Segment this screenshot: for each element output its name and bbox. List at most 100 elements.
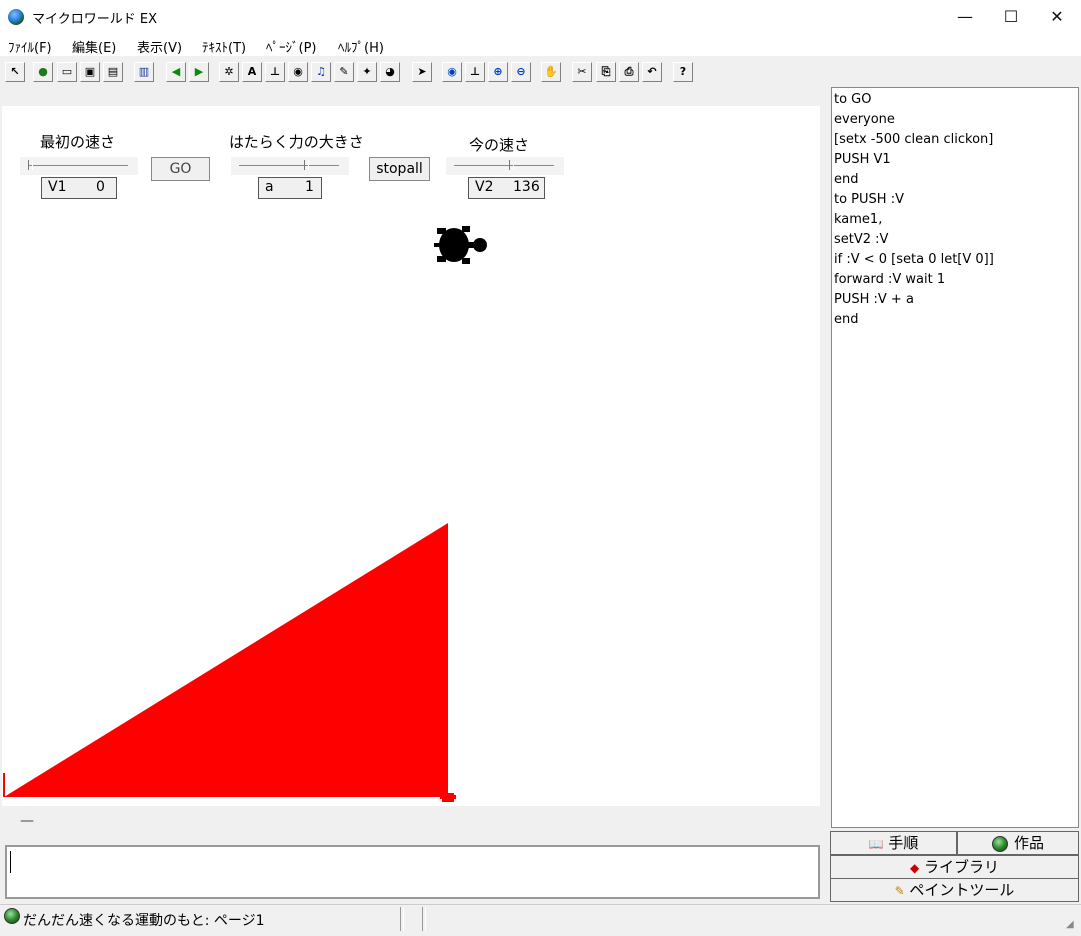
scissors-button[interactable]: ✂ <box>572 62 592 82</box>
slider-initial-speed[interactable] <box>20 157 138 175</box>
turtle-hatch-button[interactable]: ✲ <box>219 62 239 82</box>
print-icon: ▤ <box>107 65 119 78</box>
menu-view[interactable]: 表示(V) <box>137 37 182 56</box>
globe-button[interactable]: ● <box>33 62 53 82</box>
stamp-button[interactable]: ⊥ <box>465 62 485 82</box>
hatch-turtle-marker <box>440 793 456 802</box>
maximize-button[interactable]: ☐ <box>988 0 1034 34</box>
command-center-input[interactable] <box>5 845 820 899</box>
paste-button[interactable]: ⎙ <box>619 62 639 82</box>
paste-icon: ⎙ <box>624 65 634 78</box>
text-cursor <box>10 851 11 873</box>
var-value: 0 <box>96 179 105 195</box>
turtle-icon[interactable] <box>432 222 492 270</box>
speed-graph-area <box>4 523 448 797</box>
turtle-hatch-icon: ✲ <box>224 65 234 78</box>
shape-button[interactable]: ✦ <box>357 62 377 82</box>
go-button[interactable]: GO <box>151 157 210 181</box>
turtle-icon: ◕ <box>385 65 395 78</box>
app-globe-icon <box>8 9 24 25</box>
book-icon: 📖 <box>868 837 884 851</box>
slider-current-speed-label: 今の速さ <box>469 136 530 154</box>
tab-paint-tools-label: ペイントツール <box>909 881 1015 899</box>
tab-paint-tools[interactable]: ✎ ペイントツール <box>830 878 1079 902</box>
slider-force[interactable] <box>231 157 349 175</box>
back-arrow-button[interactable]: ◀ <box>166 62 186 82</box>
collapse-handle[interactable]: — <box>20 813 34 829</box>
brush-icon: ✎ <box>894 884 905 898</box>
open-folder-button[interactable]: ▭ <box>57 62 77 82</box>
save-disk-button[interactable]: ▣ <box>80 62 100 82</box>
pointer-arrow-icon: ↖ <box>10 65 20 78</box>
eye-tool-button[interactable]: ◉ <box>288 62 308 82</box>
shape-icon: ✦ <box>362 65 372 78</box>
tab-project[interactable]: 作品 <box>957 831 1079 855</box>
slider-thumb[interactable] <box>28 160 33 170</box>
procedure-line: forward :V wait 1 <box>834 272 946 287</box>
zoom-out-button[interactable]: ⊖ <box>511 62 531 82</box>
procedure-line: PUSH V1 <box>834 152 891 167</box>
var-name: a <box>265 179 274 195</box>
copy-button[interactable]: ⎘ <box>596 62 616 82</box>
menu-page[interactable]: ﾍﾟｰｼﾞ(P) <box>266 37 316 56</box>
resize-grip-icon[interactable]: ◢ <box>1066 919 1074 930</box>
copy-icon: ⎘ <box>601 65 611 78</box>
music-note-button[interactable]: ♫ <box>311 62 331 82</box>
tab-project-label: 作品 <box>1014 834 1045 852</box>
procedure-line: if :V < 0 [seta 0 let[V 0]] <box>834 252 994 267</box>
menu-text[interactable]: ﾃｷｽﾄ(T) <box>202 37 246 56</box>
undo-button[interactable]: ↶ <box>642 62 662 82</box>
select-arrow-button[interactable]: ➤ <box>412 62 432 82</box>
slider-thumb[interactable] <box>304 160 309 170</box>
undo-icon: ↶ <box>647 65 657 78</box>
speed-graph <box>3 523 456 802</box>
procedure-line: to GO <box>834 92 872 107</box>
pencil-button[interactable]: ✎ <box>334 62 354 82</box>
slider-tool-button[interactable]: ⊥ <box>265 62 285 82</box>
pointer-arrow-button[interactable]: ↖ <box>5 62 25 82</box>
layout-button[interactable]: ▥ <box>134 62 154 82</box>
text-box-icon: A <box>247 65 257 78</box>
eye-tool-icon: ◉ <box>293 65 303 78</box>
menu-edit[interactable]: 編集(E) <box>72 37 116 56</box>
procedure-line: [setx -500 clean clickon] <box>834 132 994 147</box>
print-button[interactable]: ▤ <box>103 62 123 82</box>
slider-current-speed-value: V2 136 <box>468 177 545 199</box>
stop-hand-icon: ✋ <box>544 65 558 78</box>
eye-icon: ◉ <box>447 65 457 78</box>
status-bar: だんだん速くなる運動のもと: ページ1 ◢ <box>0 904 1081 936</box>
menu-bar: ﾌｧｲﾙ(F) 編集(E) 表示(V) ﾃｷｽﾄ(T) ﾍﾟｰｼﾞ(P) ﾍﾙﾌ… <box>0 34 1081 56</box>
forward-arrow-icon: ▶ <box>194 65 204 78</box>
scissors-icon: ✂ <box>577 65 587 78</box>
layout-icon: ▥ <box>138 65 150 78</box>
slider-current-speed[interactable] <box>446 157 564 175</box>
menu-file[interactable]: ﾌｧｲﾙ(F) <box>8 37 52 56</box>
slider-initial-speed-value: V1 0 <box>41 177 117 199</box>
command-center-strip: — <box>2 812 820 836</box>
close-button[interactable]: ✕ <box>1034 0 1080 34</box>
eye-button[interactable]: ◉ <box>442 62 462 82</box>
tab-library[interactable]: ◆ ライブラリ <box>830 855 1079 879</box>
tab-procedures[interactable]: 📖 手順 <box>830 831 957 855</box>
window-title: マイクロワールド EX <box>32 12 157 27</box>
stopall-button[interactable]: stopall <box>369 157 430 181</box>
help-button[interactable]: ? <box>673 62 693 82</box>
procedure-line: setV2 :V <box>834 232 889 247</box>
slider-thumb[interactable] <box>509 160 514 170</box>
help-icon: ? <box>679 65 687 78</box>
text-box-button[interactable]: A <box>242 62 262 82</box>
status-divider <box>422 907 426 931</box>
menu-help[interactable]: ﾍﾙﾌﾟ(H) <box>338 37 384 56</box>
select-arrow-icon: ➤ <box>417 65 427 78</box>
stop-hand-button[interactable]: ✋ <box>541 62 561 82</box>
zoom-in-button[interactable]: ⊕ <box>488 62 508 82</box>
slider-tool-icon: ⊥ <box>269 65 281 78</box>
procedure-line: PUSH :V + a <box>834 292 914 307</box>
stamp-icon: ⊥ <box>469 65 481 78</box>
tab-procedures-label: 手順 <box>888 834 919 852</box>
slider-track <box>239 165 339 166</box>
forward-arrow-button[interactable]: ▶ <box>189 62 209 82</box>
slider-force-value: a 1 <box>258 177 322 199</box>
turtle-button[interactable]: ◕ <box>380 62 400 82</box>
minimize-button[interactable]: — <box>942 0 988 34</box>
